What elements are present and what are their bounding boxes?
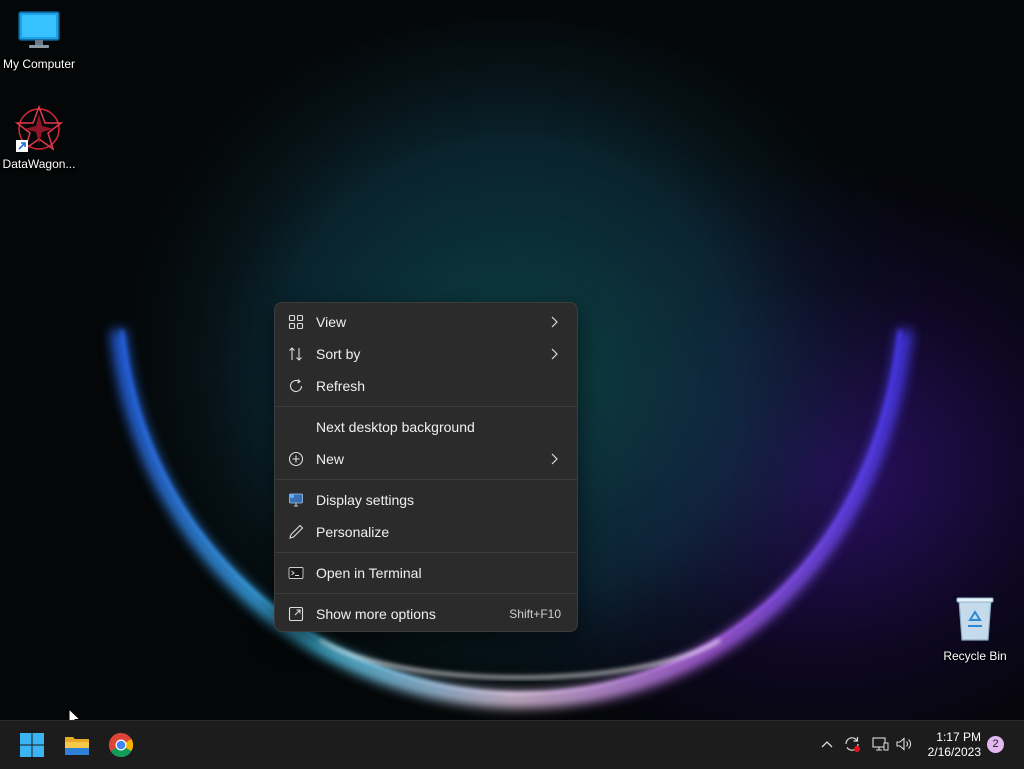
menu-item-open-in-terminal[interactable]: Open in Terminal <box>279 558 573 588</box>
sort-icon <box>289 347 302 361</box>
recycle-bin-icon <box>956 597 994 641</box>
chevron-right-icon <box>551 316 558 328</box>
chevron-right-icon <box>551 348 558 360</box>
sync-icon[interactable] <box>843 735 861 753</box>
menu-item-label: View <box>316 314 347 330</box>
desktop-icon-recycle-bin[interactable]: Recycle Bin <box>936 596 1014 663</box>
menu-item-personalize[interactable]: Personalize <box>279 517 573 547</box>
grid-icon <box>288 314 304 330</box>
menu-item-next-desktop-background[interactable]: Next desktop background <box>279 412 573 442</box>
volume-icon[interactable] <box>895 735 913 753</box>
menu-item-label: Sort by <box>316 346 361 362</box>
clock-date: 2/16/2023 <box>927 745 981 759</box>
menu-separator <box>275 552 577 553</box>
desktop-icon-datawagon[interactable]: DataWagon... <box>0 104 78 171</box>
menu-item-label: Display settings <box>316 492 415 508</box>
menu-item-display-settings[interactable]: Display settings <box>279 485 573 515</box>
menu-item-label: Open in Terminal <box>316 565 422 581</box>
desktop-icon-label: My Computer <box>2 57 76 71</box>
file-explorer-button[interactable] <box>61 729 93 761</box>
menu-item-shortcut: Shift+F10 <box>509 607 561 621</box>
menu-item-view[interactable]: View <box>279 307 573 337</box>
menu-separator <box>275 479 577 480</box>
menu-item-label: Personalize <box>316 524 390 540</box>
taskbar-clock[interactable]: 1:17 PM 2/16/2023 <box>928 730 981 760</box>
chevron-right-icon <box>551 453 558 465</box>
menu-item-label: Show more options <box>316 606 436 622</box>
menu-item-new[interactable]: New <box>279 444 573 474</box>
desktop-icon-my-computer[interactable]: My Computer <box>0 10 78 71</box>
taskbar: 1:17 PM 2/16/2023 <box>0 720 1024 769</box>
menu-separator <box>275 593 577 594</box>
plus-circle-icon <box>288 451 304 467</box>
datawagon-shortcut-icon <box>14 104 64 152</box>
clock-time: 1:17 PM <box>936 730 981 744</box>
display-icon <box>289 493 303 507</box>
pen-icon <box>289 524 304 539</box>
menu-item-sort-by[interactable]: Sort by <box>279 339 573 369</box>
desktop-context-menu: View Sort by Refresh Next desktop backgr… <box>274 302 578 632</box>
menu-item-label: Next desktop background <box>316 419 475 435</box>
chevron-up-icon[interactable] <box>820 738 834 750</box>
start-button[interactable] <box>16 729 48 761</box>
start-icon <box>20 733 44 757</box>
file-explorer-icon <box>65 737 89 755</box>
menu-item-label: New <box>316 451 345 467</box>
menu-item-label: Refresh <box>316 378 366 394</box>
refresh-icon <box>289 379 303 392</box>
menu-separator <box>275 406 577 407</box>
chrome-button[interactable] <box>105 729 137 761</box>
monitor-icon <box>18 11 60 48</box>
desktop-icon-label: DataWagon... <box>2 157 76 171</box>
notification-badge[interactable]: 2 <box>987 736 1004 753</box>
desktop-icon-label: Recycle Bin <box>943 649 1007 663</box>
expand-icon <box>288 606 304 622</box>
menu-item-refresh[interactable]: Refresh <box>279 371 573 401</box>
menu-item-show-more-options[interactable]: Show more options Shift+F10 <box>279 599 573 629</box>
chrome-icon <box>108 733 134 758</box>
network-icon[interactable] <box>871 735 889 753</box>
terminal-icon <box>288 567 304 579</box>
